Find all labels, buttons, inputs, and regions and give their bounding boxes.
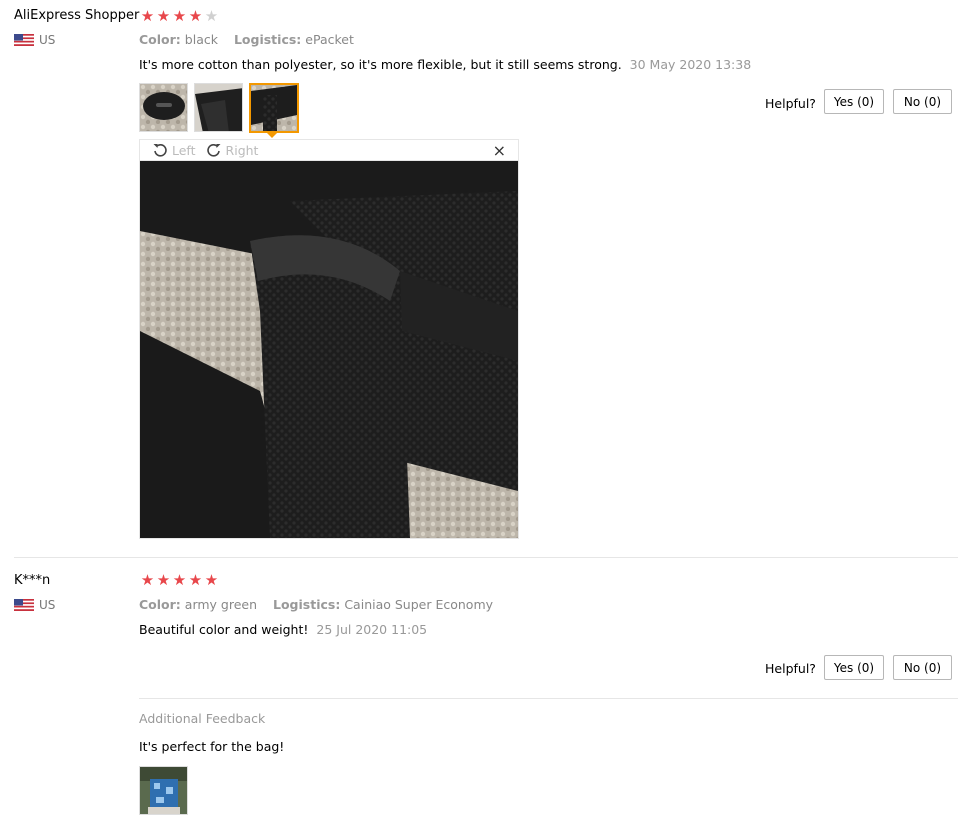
logistics-value: Cainiao Super Economy bbox=[344, 597, 494, 612]
review-text: It's more cotton than polyester, so it's… bbox=[139, 57, 751, 72]
additional-photo-thumbnail[interactable] bbox=[139, 766, 188, 815]
star-filled-icon: ★ bbox=[188, 7, 203, 25]
helpful-no-button[interactable]: No (0) bbox=[893, 89, 952, 114]
star-rating: ★ ★ ★ ★ ★ bbox=[140, 573, 219, 588]
logistics-value: ePacket bbox=[305, 32, 354, 47]
us-flag-icon bbox=[14, 599, 34, 611]
additional-feedback-text: It's perfect for the bag! bbox=[139, 739, 285, 754]
rotate-left-label: Left bbox=[172, 142, 196, 158]
reviewer-name: AliExpress Shopper bbox=[14, 8, 140, 23]
review-date: 30 May 2020 13:38 bbox=[629, 57, 752, 72]
country-code: US bbox=[39, 598, 56, 612]
close-icon[interactable]: × bbox=[493, 141, 506, 160]
us-flag-icon bbox=[14, 34, 34, 46]
color-label: Color: bbox=[139, 32, 181, 47]
rotate-right-label: Right bbox=[225, 142, 259, 158]
star-filled-icon: ★ bbox=[140, 7, 155, 25]
rotate-right-button[interactable]: Right bbox=[206, 142, 259, 158]
logistics-label: Logistics: bbox=[233, 32, 302, 47]
star-filled-icon: ★ bbox=[172, 571, 187, 589]
color-value: army green bbox=[184, 597, 258, 612]
star-empty-icon: ★ bbox=[204, 7, 219, 25]
reviewer-country: US bbox=[14, 33, 55, 47]
color-label: Color: bbox=[139, 597, 181, 612]
country-code: US bbox=[39, 33, 56, 47]
reviewer-country: US bbox=[14, 598, 55, 612]
review-photo-large bbox=[139, 160, 519, 539]
review-date: 25 Jul 2020 11:05 bbox=[316, 622, 428, 637]
rotate-right-icon bbox=[206, 144, 221, 157]
helpful-label: Helpful? bbox=[765, 96, 816, 111]
review-body: Beautiful color and weight! bbox=[139, 622, 309, 637]
reviewer-name: K***n bbox=[14, 573, 51, 588]
helpful-yes-button[interactable]: Yes (0) bbox=[824, 655, 884, 680]
star-rating: ★ ★ ★ ★ ★ bbox=[140, 9, 219, 24]
logistics-label: Logistics: bbox=[273, 597, 341, 612]
helpful-label: Helpful? bbox=[765, 661, 816, 676]
star-filled-icon: ★ bbox=[204, 571, 219, 589]
star-filled-icon: ★ bbox=[156, 7, 171, 25]
review-divider bbox=[14, 557, 958, 558]
star-filled-icon: ★ bbox=[140, 571, 155, 589]
review-body: It's more cotton than polyester, so it's… bbox=[139, 57, 622, 72]
review-attributes: Color: black Logistics: ePacket bbox=[139, 32, 354, 47]
review-photo-thumbnail[interactable] bbox=[139, 83, 188, 132]
star-filled-icon: ★ bbox=[156, 571, 171, 589]
color-value: black bbox=[184, 32, 218, 47]
review-text: Beautiful color and weight! 25 Jul 2020 … bbox=[139, 622, 427, 637]
review-photo-thumbnail-active[interactable] bbox=[249, 83, 299, 133]
star-filled-icon: ★ bbox=[188, 571, 203, 589]
image-viewer-toolbar: Left Right × bbox=[139, 139, 519, 160]
additional-feedback-divider bbox=[139, 698, 958, 699]
review-attributes: Color: army green Logistics: Cainiao Sup… bbox=[139, 597, 493, 612]
additional-feedback-title: Additional Feedback bbox=[139, 711, 266, 726]
review-photo-thumbnail[interactable] bbox=[194, 83, 243, 132]
rotate-left-button[interactable]: Left bbox=[152, 142, 196, 158]
star-filled-icon: ★ bbox=[172, 7, 187, 25]
helpful-yes-button[interactable]: Yes (0) bbox=[824, 89, 884, 114]
active-thumbnail-pointer bbox=[266, 132, 278, 138]
rotate-left-icon bbox=[153, 144, 167, 157]
helpful-no-button[interactable]: No (0) bbox=[893, 655, 952, 680]
